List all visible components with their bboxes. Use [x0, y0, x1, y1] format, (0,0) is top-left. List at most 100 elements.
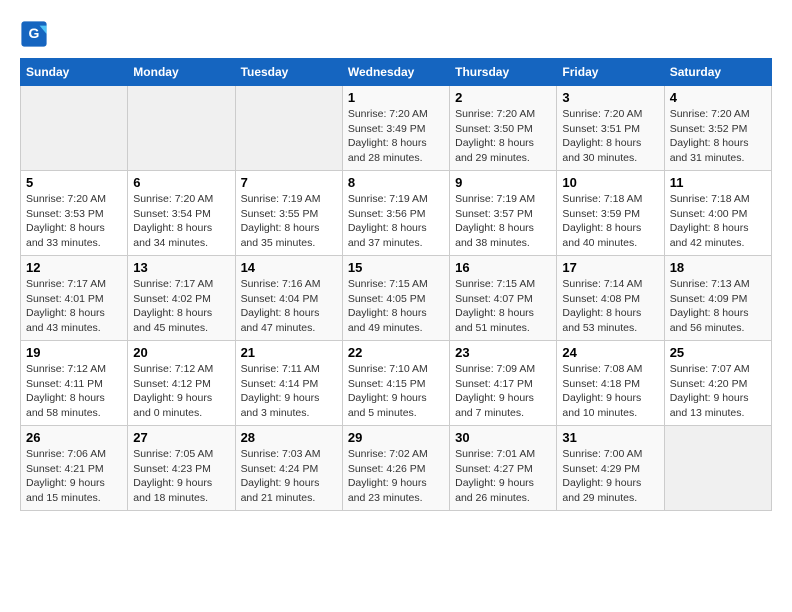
- day-info: Sunrise: 7:17 AM Sunset: 4:02 PM Dayligh…: [133, 277, 229, 336]
- day-info: Sunrise: 7:20 AM Sunset: 3:54 PM Dayligh…: [133, 192, 229, 251]
- day-number: 19: [26, 345, 122, 360]
- day-info: Sunrise: 7:08 AM Sunset: 4:18 PM Dayligh…: [562, 362, 658, 421]
- calendar-cell: 9 Sunrise: 7:19 AM Sunset: 3:57 PM Daylig…: [450, 171, 557, 256]
- day-number: 3: [562, 90, 658, 105]
- day-info: Sunrise: 7:20 AM Sunset: 3:49 PM Dayligh…: [348, 107, 444, 166]
- day-info: Sunrise: 7:17 AM Sunset: 4:01 PM Dayligh…: [26, 277, 122, 336]
- day-number: 7: [241, 175, 337, 190]
- day-info: Sunrise: 7:14 AM Sunset: 4:08 PM Dayligh…: [562, 277, 658, 336]
- day-info: Sunrise: 7:18 AM Sunset: 3:59 PM Dayligh…: [562, 192, 658, 251]
- calendar-cell: 17 Sunrise: 7:14 AM Sunset: 4:08 PM Dayli…: [557, 256, 664, 341]
- calendar-cell: [235, 86, 342, 171]
- day-number: 31: [562, 430, 658, 445]
- day-number: 1: [348, 90, 444, 105]
- calendar-cell: 12 Sunrise: 7:17 AM Sunset: 4:01 PM Dayli…: [21, 256, 128, 341]
- calendar-cell: 3 Sunrise: 7:20 AM Sunset: 3:51 PM Daylig…: [557, 86, 664, 171]
- day-number: 11: [670, 175, 766, 190]
- day-info: Sunrise: 7:19 AM Sunset: 3:56 PM Dayligh…: [348, 192, 444, 251]
- day-info: Sunrise: 7:20 AM Sunset: 3:51 PM Dayligh…: [562, 107, 658, 166]
- calendar-cell: 18Sunrise: 7:13 AM Sunset: 4:09 PM Dayli…: [664, 256, 771, 341]
- day-number: 13: [133, 260, 229, 275]
- day-info: Sunrise: 7:18 AM Sunset: 4:00 PM Dayligh…: [670, 192, 766, 251]
- week-row-3: 12 Sunrise: 7:17 AM Sunset: 4:01 PM Dayli…: [21, 256, 772, 341]
- day-number: 20: [133, 345, 229, 360]
- week-row-2: 5Sunrise: 7:20 AM Sunset: 3:53 PM Daylig…: [21, 171, 772, 256]
- calendar-cell: 29 Sunrise: 7:02 AM Sunset: 4:26 PM Dayli…: [342, 426, 449, 511]
- day-info: Sunrise: 7:12 AM Sunset: 4:11 PM Dayligh…: [26, 362, 122, 421]
- calendar-cell: 30 Sunrise: 7:01 AM Sunset: 4:27 PM Dayli…: [450, 426, 557, 511]
- day-info: Sunrise: 7:05 AM Sunset: 4:23 PM Dayligh…: [133, 447, 229, 506]
- week-row-5: 26 Sunrise: 7:06 AM Sunset: 4:21 PM Dayli…: [21, 426, 772, 511]
- weekday-header-monday: Monday: [128, 59, 235, 86]
- day-number: 22: [348, 345, 444, 360]
- page-header: G: [20, 20, 772, 48]
- day-number: 26: [26, 430, 122, 445]
- day-number: 6: [133, 175, 229, 190]
- day-number: 12: [26, 260, 122, 275]
- calendar-cell: 24 Sunrise: 7:08 AM Sunset: 4:18 PM Dayli…: [557, 341, 664, 426]
- day-number: 15: [348, 260, 444, 275]
- calendar-cell: 7 Sunrise: 7:19 AM Sunset: 3:55 PM Daylig…: [235, 171, 342, 256]
- day-number: 2: [455, 90, 551, 105]
- calendar-cell: 26 Sunrise: 7:06 AM Sunset: 4:21 PM Dayli…: [21, 426, 128, 511]
- day-info: Sunrise: 7:20 AM Sunset: 3:50 PM Dayligh…: [455, 107, 551, 166]
- calendar-cell: 23 Sunrise: 7:09 AM Sunset: 4:17 PM Dayli…: [450, 341, 557, 426]
- weekday-header-row: SundayMondayTuesdayWednesdayThursdayFrid…: [21, 59, 772, 86]
- day-number: 16: [455, 260, 551, 275]
- calendar-cell: 15Sunrise: 7:15 AM Sunset: 4:05 PM Dayli…: [342, 256, 449, 341]
- day-info: Sunrise: 7:11 AM Sunset: 4:14 PM Dayligh…: [241, 362, 337, 421]
- day-info: Sunrise: 7:06 AM Sunset: 4:21 PM Dayligh…: [26, 447, 122, 506]
- day-number: 25: [670, 345, 766, 360]
- weekday-header-tuesday: Tuesday: [235, 59, 342, 86]
- calendar-cell: [128, 86, 235, 171]
- day-info: Sunrise: 7:09 AM Sunset: 4:17 PM Dayligh…: [455, 362, 551, 421]
- day-number: 8: [348, 175, 444, 190]
- weekday-header-wednesday: Wednesday: [342, 59, 449, 86]
- calendar-cell: 8 Sunrise: 7:19 AM Sunset: 3:56 PM Daylig…: [342, 171, 449, 256]
- calendar-cell: 11 Sunrise: 7:18 AM Sunset: 4:00 PM Dayli…: [664, 171, 771, 256]
- calendar-cell: 21 Sunrise: 7:11 AM Sunset: 4:14 PM Dayli…: [235, 341, 342, 426]
- calendar-cell: 10 Sunrise: 7:18 AM Sunset: 3:59 PM Dayli…: [557, 171, 664, 256]
- weekday-header-thursday: Thursday: [450, 59, 557, 86]
- day-number: 17: [562, 260, 658, 275]
- calendar-cell: 28Sunrise: 7:03 AM Sunset: 4:24 PM Dayli…: [235, 426, 342, 511]
- calendar-cell: 4Sunrise: 7:20 AM Sunset: 3:52 PM Daylig…: [664, 86, 771, 171]
- day-info: Sunrise: 7:20 AM Sunset: 3:52 PM Dayligh…: [670, 107, 766, 166]
- day-info: Sunrise: 7:01 AM Sunset: 4:27 PM Dayligh…: [455, 447, 551, 506]
- calendar-cell: 2 Sunrise: 7:20 AM Sunset: 3:50 PM Daylig…: [450, 86, 557, 171]
- calendar-cell: 6 Sunrise: 7:20 AM Sunset: 3:54 PM Daylig…: [128, 171, 235, 256]
- calendar-cell: 13 Sunrise: 7:17 AM Sunset: 4:02 PM Dayli…: [128, 256, 235, 341]
- logo: G: [20, 20, 52, 48]
- day-number: 29: [348, 430, 444, 445]
- day-info: Sunrise: 7:15 AM Sunset: 4:07 PM Dayligh…: [455, 277, 551, 336]
- calendar-cell: 27 Sunrise: 7:05 AM Sunset: 4:23 PM Dayli…: [128, 426, 235, 511]
- calendar-cell: 25 Sunrise: 7:07 AM Sunset: 4:20 PM Dayli…: [664, 341, 771, 426]
- day-info: Sunrise: 7:07 AM Sunset: 4:20 PM Dayligh…: [670, 362, 766, 421]
- day-info: Sunrise: 7:19 AM Sunset: 3:57 PM Dayligh…: [455, 192, 551, 251]
- calendar-cell: [21, 86, 128, 171]
- week-row-1: 1 Sunrise: 7:20 AM Sunset: 3:49 PM Daylig…: [21, 86, 772, 171]
- calendar-cell: 19 Sunrise: 7:12 AM Sunset: 4:11 PM Dayli…: [21, 341, 128, 426]
- day-info: Sunrise: 7:00 AM Sunset: 4:29 PM Dayligh…: [562, 447, 658, 506]
- day-number: 9: [455, 175, 551, 190]
- calendar-table: SundayMondayTuesdayWednesdayThursdayFrid…: [20, 58, 772, 511]
- calendar-cell: 1 Sunrise: 7:20 AM Sunset: 3:49 PM Daylig…: [342, 86, 449, 171]
- weekday-header-friday: Friday: [557, 59, 664, 86]
- week-row-4: 19 Sunrise: 7:12 AM Sunset: 4:11 PM Dayli…: [21, 341, 772, 426]
- calendar-cell: [664, 426, 771, 511]
- calendar-cell: 20Sunrise: 7:12 AM Sunset: 4:12 PM Dayli…: [128, 341, 235, 426]
- day-info: Sunrise: 7:10 AM Sunset: 4:15 PM Dayligh…: [348, 362, 444, 421]
- day-number: 23: [455, 345, 551, 360]
- day-number: 30: [455, 430, 551, 445]
- day-number: 24: [562, 345, 658, 360]
- day-number: 27: [133, 430, 229, 445]
- day-number: 10: [562, 175, 658, 190]
- day-number: 18: [670, 260, 766, 275]
- svg-text:G: G: [29, 25, 40, 41]
- weekday-header-sunday: Sunday: [21, 59, 128, 86]
- day-info: Sunrise: 7:19 AM Sunset: 3:55 PM Dayligh…: [241, 192, 337, 251]
- day-info: Sunrise: 7:02 AM Sunset: 4:26 PM Dayligh…: [348, 447, 444, 506]
- day-info: Sunrise: 7:20 AM Sunset: 3:53 PM Dayligh…: [26, 192, 122, 251]
- day-info: Sunrise: 7:03 AM Sunset: 4:24 PM Dayligh…: [241, 447, 337, 506]
- day-number: 21: [241, 345, 337, 360]
